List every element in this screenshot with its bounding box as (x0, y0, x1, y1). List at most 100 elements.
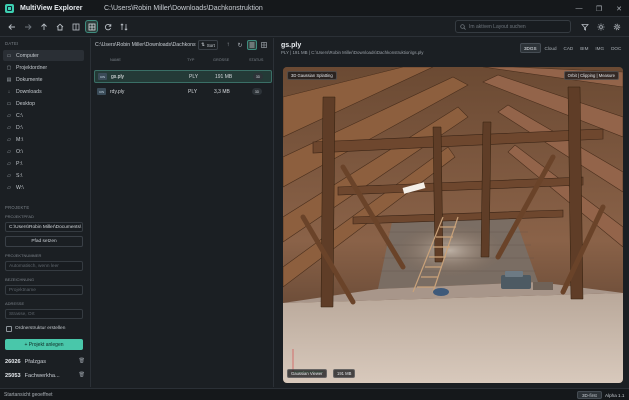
window-controls: — ❐ ✕ (569, 0, 629, 17)
split-view-button[interactable] (69, 20, 82, 33)
drive-icon: ▱ (7, 148, 11, 155)
close-button[interactable]: ✕ (609, 0, 629, 17)
column-header-status[interactable]: STATUS (249, 58, 263, 62)
trash-icon[interactable]: 🗑 (79, 358, 85, 364)
tab-cloud[interactable]: Cloud (542, 43, 560, 53)
sidebar-item[interactable]: ▭ Desktop (3, 98, 84, 109)
tab-bim[interactable]: BIM (577, 43, 591, 53)
folder-structure-checkbox[interactable] (6, 326, 12, 332)
gear-icon (613, 23, 620, 30)
refresh-files-button[interactable]: ↻ (235, 40, 245, 50)
back-button[interactable] (5, 20, 18, 33)
search-input[interactable] (469, 23, 569, 30)
sidebar-item[interactable]: ▱ O:\ (3, 146, 84, 157)
column-header-type[interactable]: TYP (187, 58, 194, 62)
column-header-name[interactable]: NAME (110, 58, 121, 62)
forward-button[interactable] (21, 20, 34, 33)
file-status-badge: 3D (252, 88, 262, 95)
project-name: Pfalzgas (24, 359, 47, 365)
section-heading-data: DATEI (5, 41, 19, 46)
folder-structure-label: Ordnerstruktur erstellen (15, 326, 66, 331)
render-mode-badge: 3D Gaussian Splatting (287, 71, 337, 80)
set-path-button[interactable]: Pfad setzen (5, 236, 83, 247)
tab-doc[interactable]: DOC (608, 43, 624, 53)
sidebar-item-label: Downloads (16, 88, 42, 95)
list-icon (249, 42, 255, 48)
ply-file-icon: CIS (98, 73, 107, 80)
mode-badge[interactable]: 3D-first (577, 391, 602, 399)
status-text: Startansicht geoeffnet (4, 392, 53, 398)
sun-icon (597, 23, 604, 30)
sidebar-item-label: M:\ (16, 136, 24, 143)
theme-button[interactable] (594, 20, 607, 33)
sidebar-item-label: W:\ (16, 184, 24, 191)
adresse-field[interactable]: Strasse, Ort (5, 309, 83, 319)
home-button[interactable] (53, 20, 66, 33)
column-header-size[interactable]: GRÖSSE (213, 58, 229, 62)
sidebar-item[interactable]: ↓ Downloads (3, 86, 84, 97)
title-bar: MultiView Explorer C:\Users\Robin Miller… (0, 0, 629, 17)
drive-icon: ▱ (7, 112, 11, 119)
sidebar-item-label: Desktop (16, 100, 36, 107)
parent-folder-button[interactable]: ↑ (223, 40, 233, 50)
projektpfad-label: PROJEKTPFAD (5, 214, 34, 219)
sidebar-item[interactable]: ▤ Dokumente (3, 74, 84, 85)
file-row[interactable]: CIS gs.ply PLY 191 MB 3D (94, 70, 272, 83)
search-box[interactable] (455, 20, 571, 33)
project-number: 26026 (5, 359, 21, 365)
tab-img[interactable]: IMG (592, 43, 607, 53)
minimize-button[interactable]: — (569, 0, 589, 17)
sidebar-item[interactable]: ▱ M:\ (3, 134, 84, 145)
folder-icon: ▢ (6, 64, 12, 71)
viewer-type-badge: Gaussian Viewer (287, 369, 327, 378)
refresh-button[interactable] (101, 20, 114, 33)
sidebar-item-label: S:\ (16, 172, 23, 179)
file-row[interactable]: CIS rdy.ply PLY 3,3 MB 3D (94, 85, 272, 98)
create-project-button[interactable]: + Projekt anlegen (5, 339, 83, 350)
grid-layout-button[interactable] (85, 20, 98, 33)
sort-button[interactable]: ⇅ Sort (198, 40, 218, 50)
list-view-button[interactable] (247, 40, 257, 50)
project-item[interactable]: 25053 Fachwerkha... 🗑 (5, 371, 85, 381)
sidebar-item[interactable]: ▢ Projektordner (3, 62, 84, 73)
viewer-controls-hint[interactable]: Orbit | Clipping | Measure (563, 71, 619, 80)
viewer-tabs: 3DGS Cloud CAD BIM IMG DOC (520, 43, 624, 53)
grid-view-button[interactable] (259, 40, 269, 50)
title-path: C:\Users\Robin Miller\Downloads\Dachkons… (104, 4, 263, 12)
tab-3dgs[interactable]: 3DGS (520, 43, 541, 53)
sidebar-item-label: P:\ (16, 160, 23, 167)
bezeichnung-field[interactable]: Projektname (5, 285, 83, 295)
drive-icon: ▱ (7, 124, 11, 131)
sidebar-item[interactable]: ▱ D:\ (3, 122, 84, 133)
swap-button[interactable] (117, 20, 130, 33)
file-type: PLY (189, 73, 199, 80)
sidebar-item[interactable]: ▱ C:\ (3, 110, 84, 121)
tab-cad[interactable]: CAD (561, 43, 577, 53)
projektpfad-field[interactable]: C:\Users\Robin Miller\Documents\ (5, 222, 83, 232)
file-name: gs.ply (111, 73, 125, 80)
sidebar-item[interactable]: ▱ P:\ (3, 158, 84, 169)
settings-button[interactable] (610, 20, 623, 33)
search-icon (460, 23, 466, 30)
arrow-up-icon: ↑ (226, 42, 230, 48)
filter-button[interactable] (578, 20, 591, 33)
file-size: 191 MB (215, 73, 233, 80)
sidebar-item-label: O:\ (16, 148, 23, 155)
project-item[interactable]: 26026 Pfalzgas 🗑 (5, 357, 85, 367)
drive-icon: ▱ (7, 136, 11, 143)
sidebar-item[interactable]: ▱ S:\ (3, 170, 84, 181)
sidebar-item-label: Dokumente (16, 76, 43, 83)
sidebar-item-label: Computer (16, 52, 39, 59)
maximize-button[interactable]: ❐ (589, 0, 609, 17)
refresh-icon (104, 23, 111, 30)
sidebar-item[interactable]: ▭ Computer (3, 50, 84, 61)
computer-icon: ▭ (6, 52, 12, 59)
ply-file-icon: CIS (97, 88, 106, 95)
sort-icon: ⇅ (201, 42, 205, 47)
sidebar-item[interactable]: ▱ W:\ (3, 182, 84, 193)
up-button[interactable] (37, 20, 50, 33)
projektnummer-field[interactable]: Automatisch, wenn leer (5, 261, 83, 271)
3d-viewport[interactable]: 3D Gaussian Splatting Orbit | Clipping |… (283, 67, 623, 383)
viewer-title: gs.ply (281, 42, 302, 49)
trash-icon[interactable]: 🗑 (79, 372, 85, 378)
